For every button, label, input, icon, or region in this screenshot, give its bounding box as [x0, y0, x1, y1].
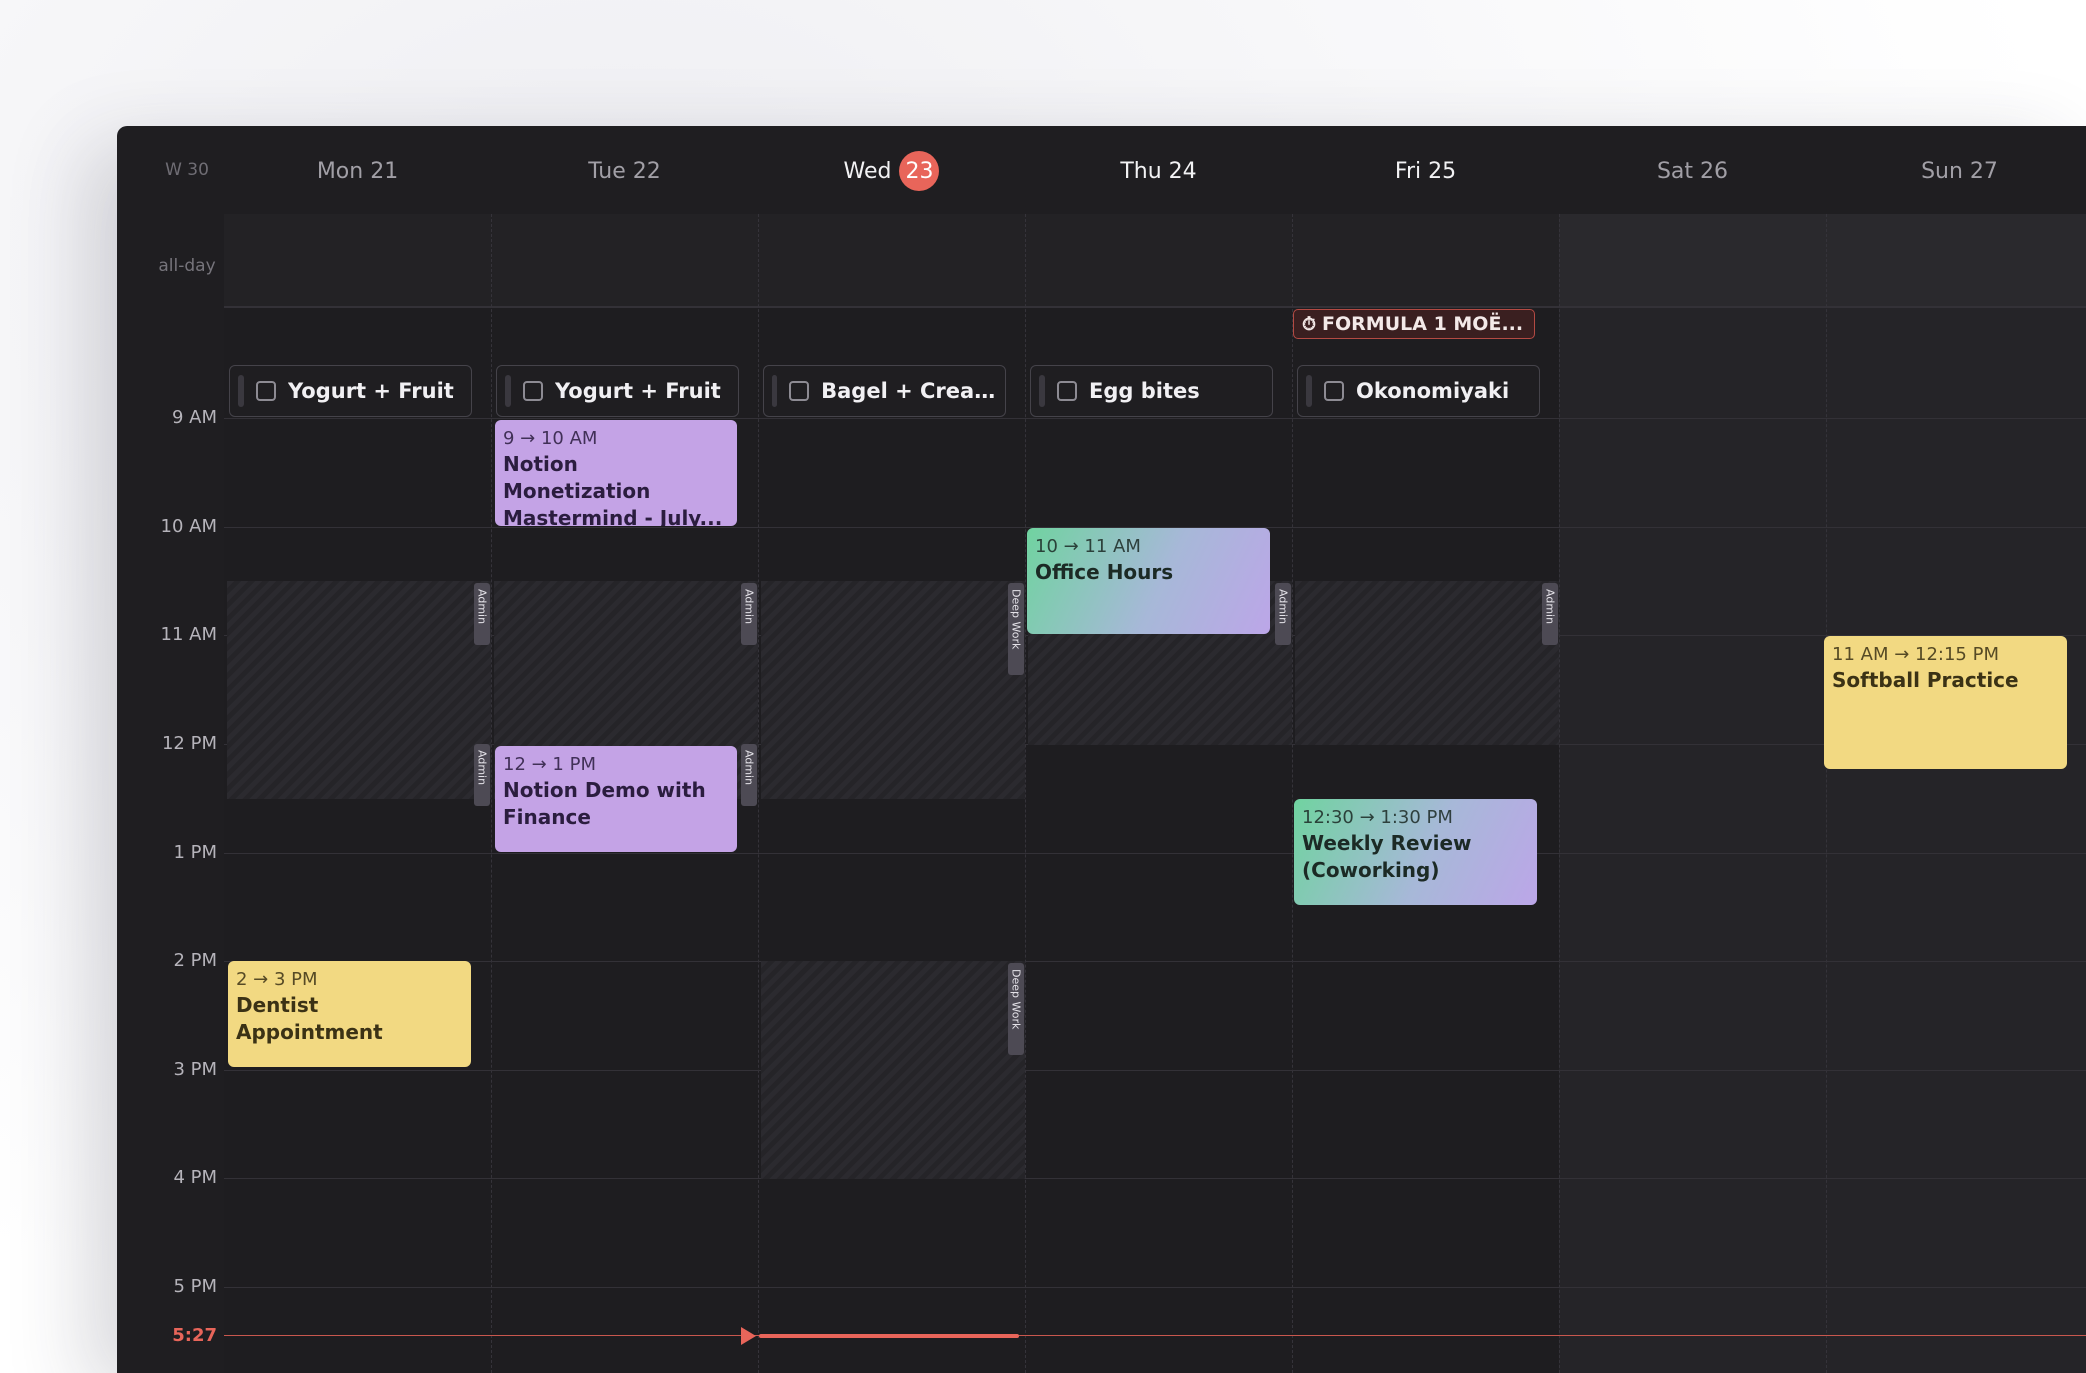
- column-divider: [1025, 214, 1026, 1373]
- column-divider: [1559, 214, 1560, 1373]
- todo-item[interactable]: Yogurt + Fruit: [496, 365, 739, 417]
- event-time: 12:30 → 1:30 PM: [1302, 807, 1453, 828]
- time-label-11am: 11 AM: [160, 624, 217, 645]
- todo-checkbox[interactable]: [789, 381, 810, 401]
- all-day-event-formula1[interactable]: ⏱ FORMULA 1 MOË...: [1293, 309, 1535, 339]
- day-header-wed[interactable]: Wed 23: [758, 150, 1025, 192]
- event-title: Dentist Appointment: [236, 993, 383, 1044]
- todo-title: Yogurt + Fruit: [555, 379, 721, 403]
- todo-title: Egg bites: [1089, 379, 1200, 403]
- todo-bar: [505, 375, 511, 407]
- todo-checkbox[interactable]: [256, 381, 276, 401]
- todo-title: Bagel + Cream ...: [821, 379, 1005, 403]
- column-divider: [491, 214, 492, 1373]
- todo-bar: [1039, 375, 1045, 407]
- todo-checkbox[interactable]: [1057, 381, 1077, 401]
- hour-line: [224, 853, 2086, 854]
- current-time-today-line: [759, 1334, 1019, 1338]
- calendar-window: W 30 Mon 21 Tue 22 Wed 23 Thu 24 Fri 25 …: [117, 126, 2086, 1373]
- time-block-admin[interactable]: [227, 581, 491, 799]
- day-header-mon[interactable]: Mon 21: [224, 150, 491, 192]
- block-tag-admin: Admin: [741, 744, 757, 806]
- current-time-label: 5:27: [172, 1325, 217, 1346]
- all-day-row[interactable]: [224, 214, 2086, 308]
- todo-item[interactable]: Bagel + Cream ...: [763, 365, 1006, 417]
- time-label-1pm: 1 PM: [173, 842, 217, 863]
- column-divider: [1292, 214, 1293, 1373]
- todo-bar: [238, 375, 244, 407]
- event-title: Notion Monetization Mastermind - July...: [503, 452, 723, 526]
- column-divider: [758, 214, 759, 1373]
- todo-bar: [1306, 375, 1312, 407]
- block-tag-admin: Admin: [474, 744, 490, 806]
- time-label-10am: 10 AM: [160, 516, 217, 537]
- all-day-event-title: FORMULA 1 MOË...: [1322, 313, 1524, 335]
- todo-checkbox[interactable]: [523, 381, 543, 401]
- todo-bar: [772, 375, 778, 407]
- todo-item[interactable]: Okonomiyaki: [1297, 365, 1540, 417]
- todo-checkbox[interactable]: [1324, 381, 1344, 401]
- time-block-deep-work[interactable]: [761, 581, 1025, 799]
- todo-item[interactable]: Yogurt + Fruit: [229, 365, 472, 417]
- block-tag-deep-work: Deep Work: [1008, 963, 1024, 1055]
- event-weekly-review[interactable]: 12:30 → 1:30 PM Weekly Review (Coworking…: [1294, 799, 1537, 905]
- time-block-deep-work[interactable]: [761, 961, 1025, 1179]
- todo-item[interactable]: Egg bites: [1030, 365, 1273, 417]
- time-label-5pm: 5 PM: [173, 1276, 217, 1297]
- event-time: 10 → 11 AM: [1035, 536, 1141, 557]
- event-dentist[interactable]: 2 → 3 PM Dentist Appointment: [228, 961, 471, 1067]
- block-tag-admin: Admin: [1542, 583, 1558, 645]
- day-header-wed-label: Wed: [843, 158, 892, 184]
- all-day-label: all-day: [158, 256, 216, 276]
- block-tag-admin: Admin: [474, 583, 490, 645]
- day-header-thu[interactable]: Thu 24: [1025, 150, 1292, 192]
- time-label-3pm: 3 PM: [173, 1059, 217, 1080]
- stopwatch-icon: ⏱: [1302, 313, 1317, 335]
- day-header-tue[interactable]: Tue 22: [491, 150, 758, 192]
- week-number: W 30: [165, 160, 209, 180]
- block-tag-admin: Admin: [741, 583, 757, 645]
- event-time: 12 → 1 PM: [503, 754, 596, 775]
- block-tag-admin: Admin: [1275, 583, 1291, 645]
- time-label-9am: 9 AM: [171, 407, 217, 428]
- event-notion-monetization[interactable]: 9 → 10 AM Notion Monetization Mastermind…: [495, 420, 737, 526]
- day-column-sun[interactable]: [1826, 214, 2086, 1373]
- hour-line: [224, 1287, 2086, 1288]
- event-office-hours[interactable]: 10 → 11 AM Office Hours: [1027, 528, 1270, 634]
- hour-line: [224, 418, 2086, 419]
- day-header-fri[interactable]: Fri 25: [1292, 150, 1559, 192]
- hour-line: [224, 1070, 2086, 1071]
- event-title: Notion Demo with Finance: [503, 778, 706, 829]
- time-label-2pm: 2 PM: [173, 950, 217, 971]
- time-label-4pm: 4 PM: [173, 1167, 217, 1188]
- event-notion-demo[interactable]: 12 → 1 PM Notion Demo with Finance: [495, 746, 737, 852]
- block-tag-deep-work: Deep Work: [1008, 583, 1024, 675]
- event-time: 11 AM → 12:15 PM: [1832, 644, 1999, 665]
- event-softball[interactable]: 11 AM → 12:15 PM Softball Practice: [1824, 636, 2067, 769]
- event-time: 2 → 3 PM: [236, 969, 318, 990]
- current-time-line: [224, 1335, 2086, 1336]
- event-title: Weekly Review (Coworking): [1302, 831, 1472, 882]
- day-header-sun[interactable]: Sun 27: [1826, 150, 2086, 192]
- today-badge: 23: [899, 151, 940, 191]
- time-label-12pm: 12 PM: [161, 733, 217, 754]
- event-title: Softball Practice: [1832, 668, 2019, 692]
- hour-line: [224, 961, 2086, 962]
- current-time-arrow-icon: [741, 1327, 756, 1345]
- day-header-sat[interactable]: Sat 26: [1559, 150, 1826, 192]
- column-divider: [1826, 214, 1827, 1373]
- event-title: Office Hours: [1035, 560, 1174, 584]
- hour-line: [224, 1178, 2086, 1179]
- event-time: 9 → 10 AM: [503, 428, 598, 449]
- time-block-admin[interactable]: [1295, 581, 1559, 745]
- day-column-sat[interactable]: [1559, 214, 1826, 1373]
- todo-title: Yogurt + Fruit: [288, 379, 454, 403]
- todo-title: Okonomiyaki: [1356, 379, 1510, 403]
